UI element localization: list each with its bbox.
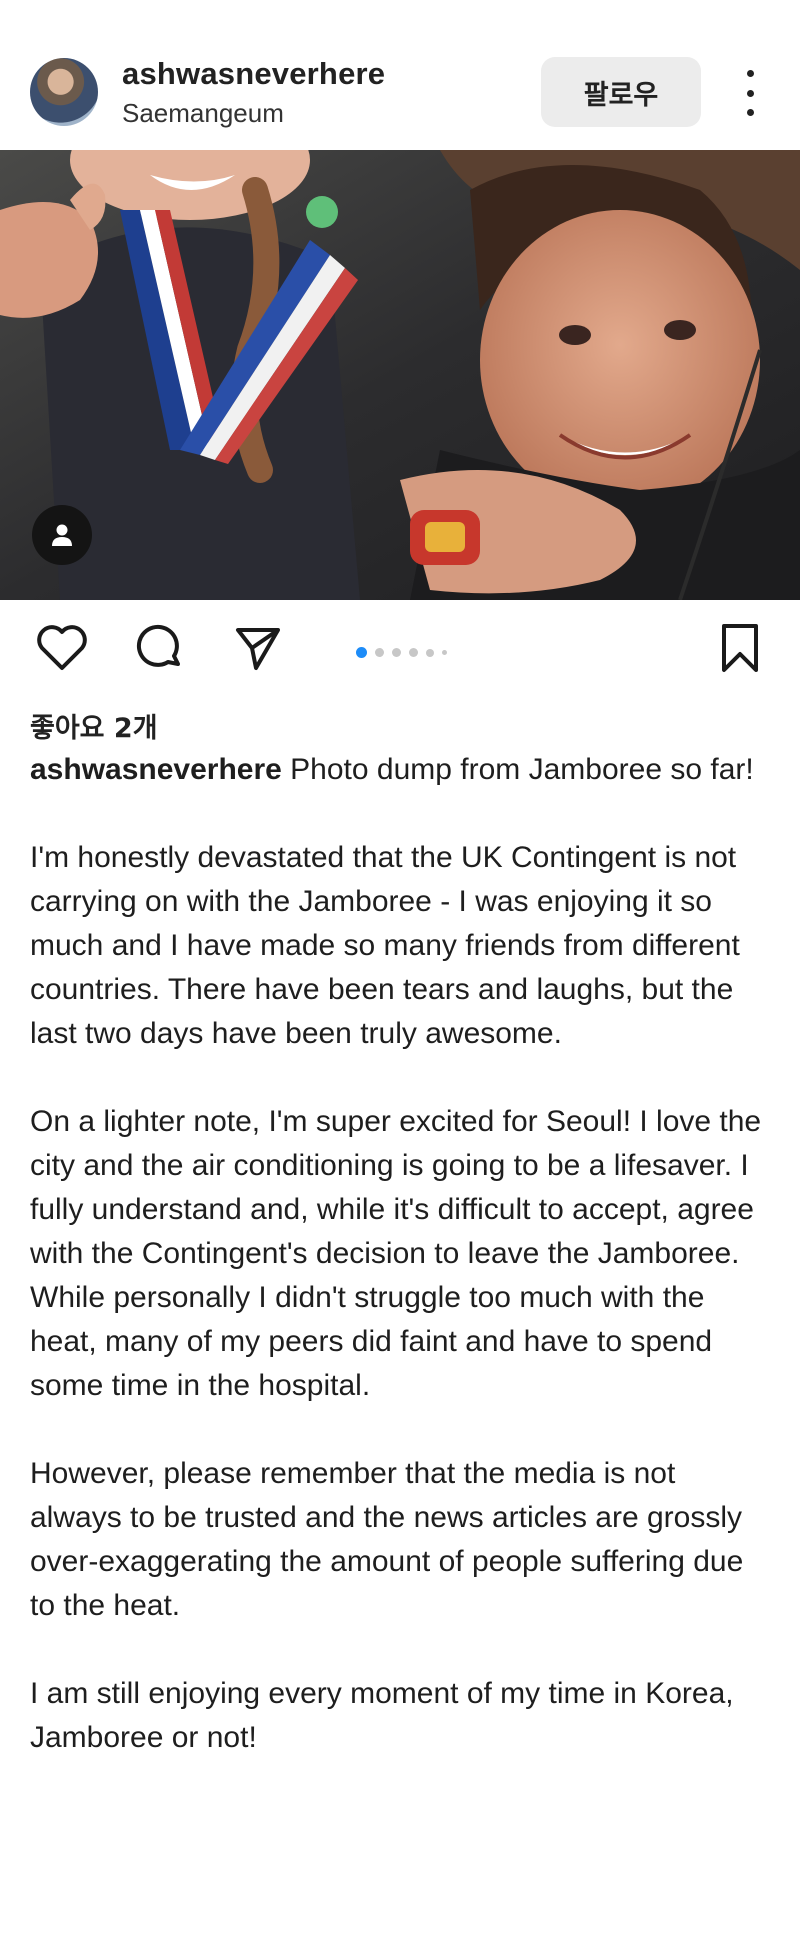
avatar[interactable]	[30, 58, 98, 126]
post-location[interactable]: Saemangeum	[122, 98, 284, 129]
carousel-indicator	[356, 647, 447, 658]
caption-paragraph: On a lighter note, I'm super excited for…	[30, 1105, 762, 1402]
carousel-dot	[442, 650, 447, 655]
heart-icon[interactable]	[34, 620, 90, 676]
post-photo[interactable]	[0, 150, 800, 600]
likes-count[interactable]: 좋아요 2개	[30, 706, 158, 745]
carousel-dot-active	[356, 647, 367, 658]
bookmark-icon[interactable]	[712, 620, 768, 676]
photo-image	[0, 150, 800, 600]
more-vertical-icon[interactable]	[735, 70, 765, 116]
caption-paragraph: I am still enjoying every moment of my t…	[30, 1677, 734, 1754]
caption-first-paragraph: ashwasneverhere Photo dump from Jamboree…	[30, 748, 775, 792]
comment-icon[interactable]	[132, 620, 188, 676]
carousel-dot	[409, 648, 418, 657]
person-icon	[52, 524, 72, 546]
user-tag-icon[interactable]	[32, 505, 92, 565]
carousel-dot	[426, 648, 434, 657]
caption-intro: Photo dump from Jamboree so far!	[281, 753, 754, 786]
carousel-dot	[392, 648, 401, 657]
post-username[interactable]: ashwasneverhere	[122, 56, 385, 92]
caption-paragraph: I'm honestly devastated that the UK Cont…	[30, 841, 740, 1050]
post-header: ashwasneverhere Saemangeum 팔로우	[0, 0, 800, 150]
follow-button[interactable]: 팔로우	[541, 57, 701, 127]
caption-username[interactable]: ashwasneverhere	[30, 753, 282, 786]
caption-paragraph: However, please remember that the media …	[30, 1457, 744, 1622]
send-icon[interactable]	[230, 620, 286, 676]
post-caption: ashwasneverhere Photo dump from Jamboree…	[30, 748, 775, 1804]
post-actions	[0, 610, 800, 690]
carousel-dot	[375, 648, 384, 657]
